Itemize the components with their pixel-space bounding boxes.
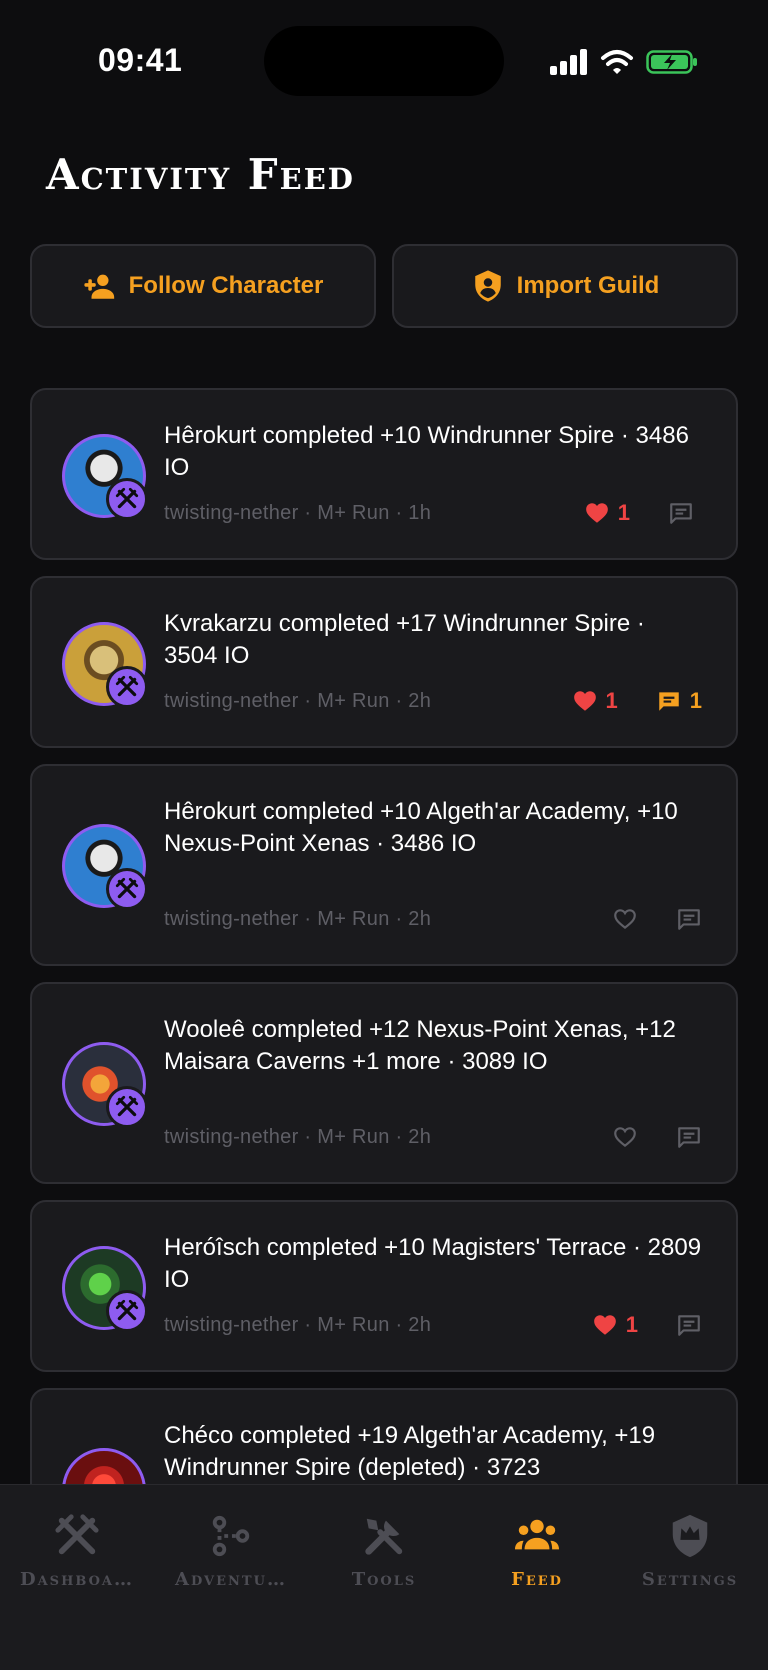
heart-filled-icon [593,1315,616,1335]
character-avatar[interactable] [62,1246,148,1332]
crossed-swords-icon [115,487,139,509]
avatar-image [62,1448,146,1484]
feed-item-meta: twisting-nether · M+ Run · 2h [164,1126,432,1148]
character-avatar[interactable] [62,622,148,708]
like-count: 1 [617,500,630,525]
character-avatar[interactable] [62,1448,146,1484]
comment-icon [678,1315,700,1336]
wifi-icon [601,50,633,74]
feed-item-meta: twisting-nether · M+ Run · 2h [164,908,432,930]
comment-icon [678,1127,700,1148]
feed-item-text: Hêrokurt completed +10 Algeth'ar Academy… [164,798,678,857]
feed-item-actions [612,906,702,932]
feed-item[interactable]: Wooleê completed +12 Nexus-Point Xenas, … [30,982,738,1184]
character-avatar[interactable] [62,1042,148,1128]
feed-item-text: Wooleê completed +12 Nexus-Point Xenas, … [164,1016,676,1075]
import-guild-label: Import Guild [516,272,660,299]
feed-item[interactable]: Hêrokurt completed +10 Algeth'ar Academy… [30,764,738,966]
comment-button[interactable] [668,500,702,526]
tab-dashboard[interactable]: Dashboa… [2,1513,152,1590]
status-time: 09:41 [98,42,183,78]
feed-item-text: Kvrakarzu completed +17 Windrunner Spire… [164,610,645,669]
comment-count: 1 [689,688,702,713]
group-icon [514,1519,560,1550]
heart-filled-icon [573,691,596,711]
like-button[interactable] [612,906,638,932]
feed-item-actions: 1 1 [572,688,702,714]
crossed-swords-icon [115,1095,139,1117]
feed-item-text: Heróîsch completed +10 Magisters' Terrac… [164,1234,702,1293]
page-title: Activity Feed [46,150,355,199]
tools-icon [365,1518,403,1555]
comment-filled-icon [659,692,679,711]
tab-tools[interactable]: Tools [309,1513,459,1590]
like-button[interactable]: 1 [584,500,630,526]
tab-label: Feed [511,1569,563,1590]
crossed-swords-icon [115,877,139,899]
feed-item[interactable]: Kvrakarzu completed +17 Windrunner Spire… [30,576,738,748]
feed-item-meta: twisting-nether · M+ Run · 2h [164,690,432,712]
shield-person-icon [474,270,501,302]
follow-character-label: Follow Character [128,272,324,299]
battery-icon [646,50,697,74]
comment-icon [670,503,692,524]
like-button[interactable] [612,1124,638,1150]
status-bar: 09:41 [0,0,768,120]
feed-item[interactable]: Hêrokurt completed +10 Windrunner Spire … [30,388,738,560]
mythic-plus-badge [106,1086,148,1128]
follow-character-button[interactable]: Follow Character [30,244,376,328]
comment-icon [678,909,700,930]
crossed-swords-icon [55,1514,99,1555]
feed-item-meta: twisting-nether · M+ Run · 2h [164,1314,432,1336]
crossed-swords-icon [115,1299,139,1321]
tab-adventure[interactable]: Adventu… [156,1513,306,1590]
feed-item-text: Hêrokurt completed +10 Windrunner Spire … [164,422,689,481]
comment-button[interactable] [676,906,702,932]
feed-item-meta: twisting-nether · M+ Run · 1h [164,502,432,524]
like-button[interactable]: 1 [592,1312,638,1338]
tab-feed[interactable]: Feed [462,1513,612,1590]
crown-shield-icon [672,1514,708,1558]
mythic-plus-badge [106,1290,148,1332]
feed-item-text: Chéco completed +19 Algeth'ar Academy, +… [164,1422,656,1481]
crossed-swords-icon [115,675,139,697]
mythic-plus-badge [106,478,148,520]
heart-outline-icon [614,909,636,930]
signal-icon [550,49,587,75]
import-guild-button[interactable]: Import Guild [392,244,738,328]
like-count: 1 [625,1312,638,1337]
tab-settings[interactable]: Settings [615,1513,765,1590]
heart-filled-icon [585,503,608,523]
heart-outline-icon [614,1127,636,1148]
status-icons [548,46,698,78]
route-icon [212,1515,250,1557]
like-button[interactable]: 1 [572,688,618,714]
feed-item-actions: 1 [584,500,702,526]
tab-bar: Dashboa… Adventu… Tools Feed Settings [0,1484,768,1670]
person-add-icon [84,274,114,299]
tab-label: Adventu… [175,1569,287,1590]
mythic-plus-badge [106,868,148,910]
feed-item-actions [612,1124,702,1150]
mythic-plus-badge [106,666,148,708]
feed-item[interactable]: Chéco completed +19 Algeth'ar Academy, +… [30,1388,738,1484]
comment-button[interactable] [676,1312,702,1338]
feed-item[interactable]: Heróîsch completed +10 Magisters' Terrac… [30,1200,738,1372]
character-avatar[interactable] [62,824,148,910]
dynamic-island [264,26,504,96]
like-count: 1 [605,688,618,713]
tab-label: Dashboa… [19,1569,134,1590]
feed-item-actions: 1 [592,1312,702,1338]
tab-label: Tools [351,1569,417,1590]
character-avatar[interactable] [62,434,148,520]
tab-label: Settings [641,1569,739,1590]
comment-button[interactable] [676,1124,702,1150]
comment-button[interactable]: 1 [656,688,702,714]
activity-feed-list: Hêrokurt completed +10 Windrunner Spire … [30,388,738,1484]
